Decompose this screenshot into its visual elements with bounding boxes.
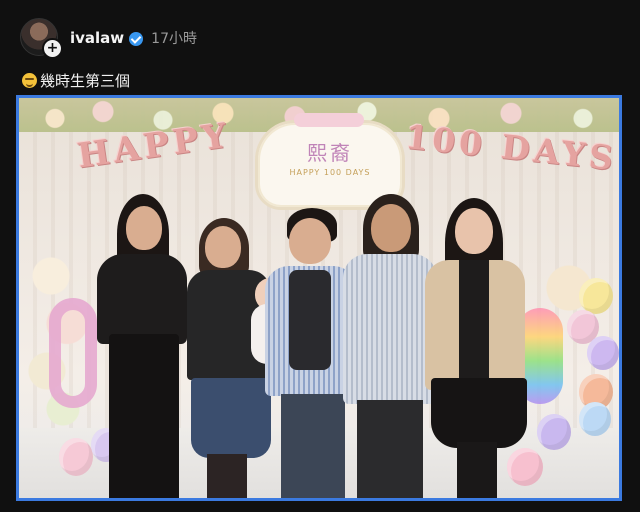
balloon — [579, 278, 613, 314]
grimacing-face-emoji-icon — [22, 73, 37, 88]
verified-badge-icon — [129, 32, 144, 46]
post-caption: 幾時生第三個 — [22, 70, 130, 91]
post-header: + ivalaw 17小時 — [20, 18, 197, 59]
avatar-container[interactable]: + — [20, 18, 63, 59]
follow-plus-icon[interactable]: + — [42, 38, 63, 59]
sign-bow — [294, 113, 364, 127]
post-photo[interactable]: HAPPY 100 DAYS 熙裔 HAPPY 100 DAYS — [16, 95, 622, 501]
caption-text: 幾時生第三個 — [40, 72, 131, 90]
person — [421, 198, 531, 498]
balloon — [537, 414, 571, 450]
balloon — [59, 438, 93, 476]
username[interactable]: ivalaw — [70, 29, 124, 47]
balloon — [579, 402, 611, 436]
post-timestamp[interactable]: 17小時 — [151, 28, 197, 48]
sign-title: 熙裔 — [307, 141, 353, 165]
balloon — [587, 336, 619, 370]
sign-subtitle: HAPPY 100 DAYS — [289, 168, 371, 177]
